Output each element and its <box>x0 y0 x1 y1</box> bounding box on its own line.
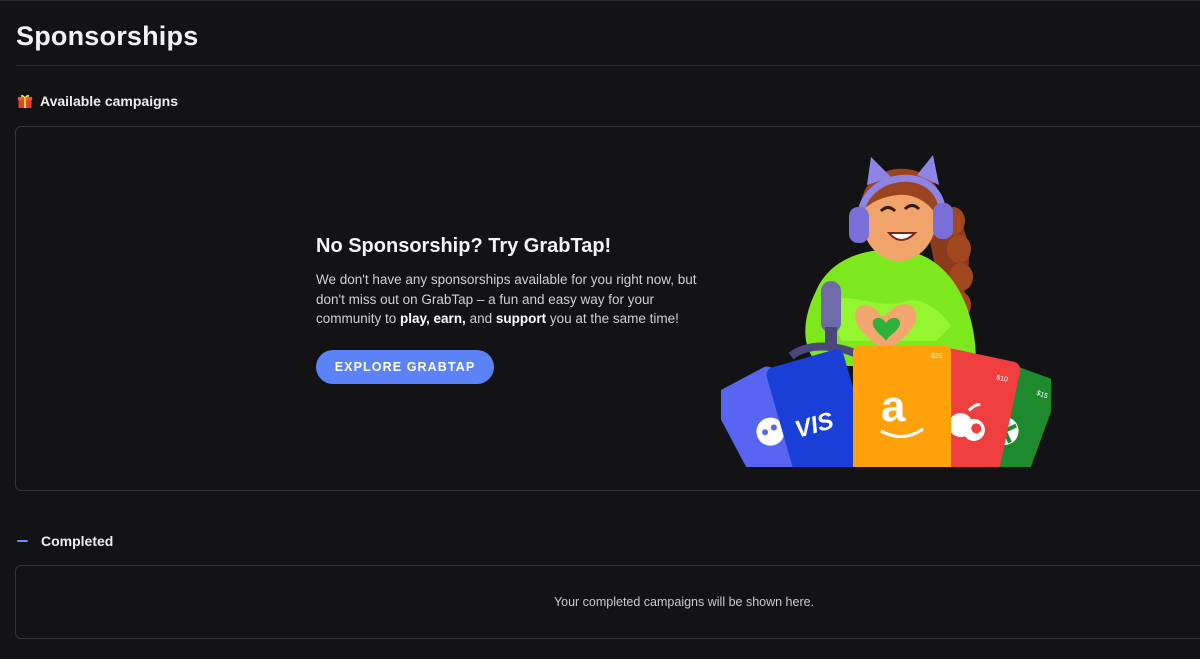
promo-body-play: play, earn, <box>400 311 466 326</box>
campaign-card: No Sponsorship? Try GrabTap! We don't ha… <box>15 126 1200 491</box>
grabtap-illustration: VIS $15 $10 a $20 <box>721 155 1051 467</box>
title-divider <box>16 65 1200 66</box>
promo-body-end: you at the same time! <box>546 311 679 326</box>
collapse-minus-icon[interactable] <box>17 540 28 542</box>
promo-heading: No Sponsorship? Try GrabTap! <box>316 235 612 257</box>
promo-text: No Sponsorship? Try GrabTap! We don't ha… <box>316 235 706 329</box>
completed-header[interactable]: Completed <box>17 533 113 549</box>
promo-body-and: and <box>465 311 496 326</box>
explore-grabtap-button[interactable]: EXPLORE GRABTAP <box>316 350 494 384</box>
gift-icon <box>17 94 33 108</box>
amazon-card: a $20 <box>853 346 951 467</box>
completed-campaigns-card: Your completed campaigns will be shown h… <box>15 565 1200 639</box>
available-campaigns-title: Available campaigns <box>40 93 178 109</box>
completed-title: Completed <box>41 533 114 549</box>
available-campaigns-header: Available campaigns <box>17 93 178 109</box>
promo-body: We don't have any sponsorships available… <box>316 270 706 329</box>
svg-text:a: a <box>881 382 906 431</box>
svg-text:$20: $20 <box>931 353 943 360</box>
completed-empty-message: Your completed campaigns will be shown h… <box>553 595 815 609</box>
sponsorships-page: Sponsorships Available campaigns No Spon… <box>0 0 1200 659</box>
promo-body-support: support <box>495 311 547 326</box>
page-title: Sponsorships <box>16 21 199 51</box>
